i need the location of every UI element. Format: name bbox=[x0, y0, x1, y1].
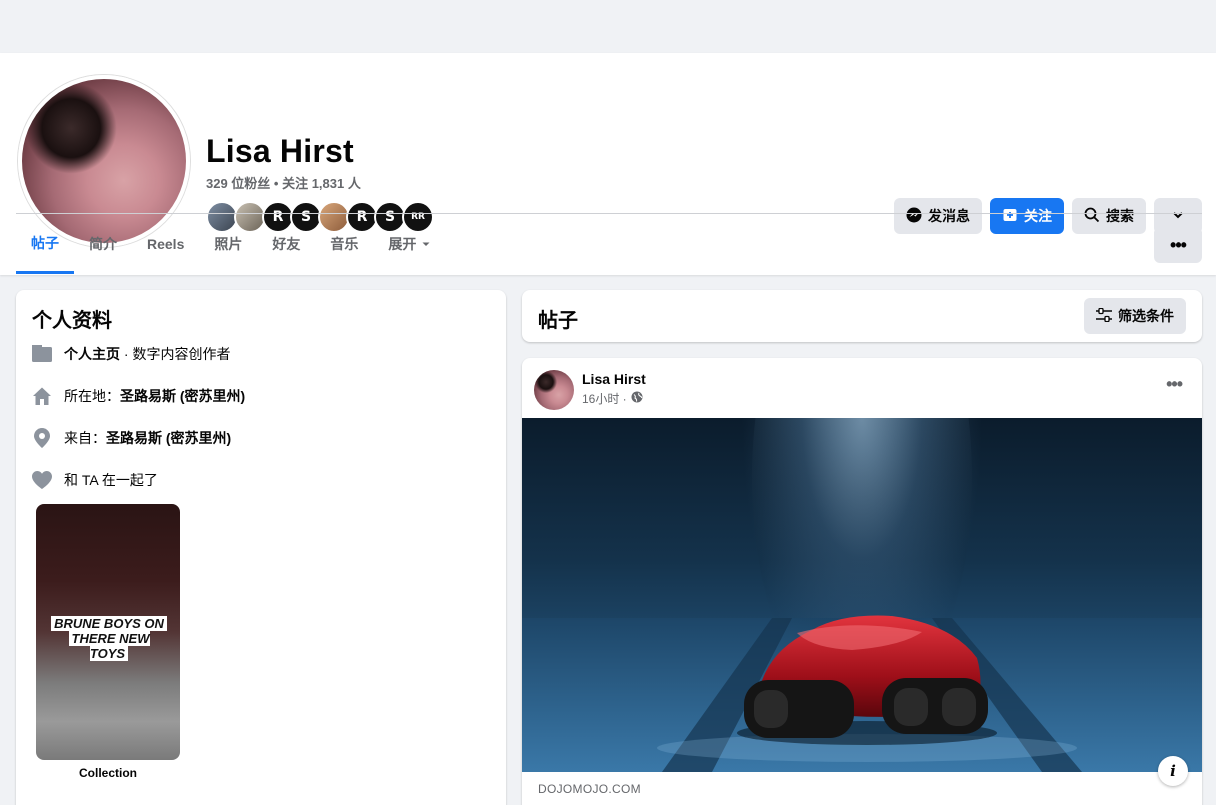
search-label: 搜索 bbox=[1106, 208, 1134, 224]
posts-header-card: 帖子 筛选条件 bbox=[522, 290, 1202, 342]
reel-overlay-text: BRUNE BOYS ON THERE NEW TOYS bbox=[48, 616, 170, 661]
follow-icon bbox=[1002, 207, 1018, 226]
message-label: 发消息 bbox=[928, 208, 970, 224]
tab-more-label: 展开 bbox=[388, 236, 417, 252]
location-pin-icon bbox=[32, 428, 52, 448]
profile-stats[interactable]: 329 位粉丝 • 关注 1,831 人 bbox=[206, 173, 361, 192]
tab-photos[interactable]: 照片 bbox=[199, 214, 257, 274]
message-button[interactable]: 发消息 bbox=[894, 198, 982, 234]
intro-page-text: 个人主页 · 数字内容创作者 bbox=[64, 344, 230, 364]
intro-lives-value[interactable]: 圣路易斯 (密苏里州) bbox=[120, 388, 245, 404]
post-link-image[interactable] bbox=[522, 418, 1202, 772]
intro-page-suffix: · 数字内容创作者 bbox=[120, 346, 231, 362]
heart-icon bbox=[32, 470, 52, 490]
search-button[interactable]: 搜索 bbox=[1072, 198, 1146, 234]
intro-from-prefix: 来自： bbox=[64, 430, 106, 446]
pool-robot-illustration bbox=[522, 418, 1202, 772]
intro-lives-row: 所在地：圣路易斯 (密苏里州) bbox=[32, 386, 245, 406]
tabs-more-button[interactable]: ••• bbox=[1154, 227, 1202, 263]
tab-posts[interactable]: 帖子 bbox=[16, 214, 74, 274]
home-icon bbox=[32, 386, 52, 406]
reel-line-2: THERE NEW TOYS bbox=[68, 631, 150, 661]
filter-button[interactable]: 筛选条件 bbox=[1084, 298, 1186, 334]
tab-music[interactable]: 音乐 bbox=[315, 214, 373, 274]
intro-page-row: 个人主页 · 数字内容创作者 bbox=[32, 344, 230, 364]
intro-lives-text: 所在地：圣路易斯 (密苏里州) bbox=[64, 386, 245, 406]
post-link-domain[interactable]: DOJOMOJO.COM bbox=[538, 782, 641, 796]
intro-title: 个人资料 bbox=[32, 310, 112, 332]
info-button[interactable]: i bbox=[1158, 756, 1188, 786]
chevron-down-icon bbox=[1171, 208, 1185, 225]
intro-lives-prefix: 所在地： bbox=[64, 388, 120, 404]
profile-tabs: 帖子 简介 Reels 照片 好友 音乐 展开 bbox=[16, 214, 446, 274]
follow-label: 关注 bbox=[1024, 208, 1052, 224]
intro-relationship-text: 和 TA 在一起了 bbox=[64, 472, 158, 488]
intro-from-text: 来自：圣路易斯 (密苏里州) bbox=[64, 428, 231, 448]
reel-line-1: BRUNE BOYS ON bbox=[51, 616, 167, 631]
post-time-text[interactable]: 16小时 · bbox=[582, 390, 627, 407]
tab-about[interactable]: 简介 bbox=[74, 214, 132, 274]
info-icon: i bbox=[1170, 762, 1176, 780]
featured-reel[interactable]: BRUNE BOYS ON THERE NEW TOYS bbox=[36, 504, 180, 760]
tab-reels[interactable]: Reels bbox=[132, 214, 199, 274]
profile-header: Lisa Hirst 329 位粉丝 • 关注 1,831 人 R S R S … bbox=[0, 53, 1216, 275]
intro-page-prefix: 个人主页 bbox=[64, 346, 120, 362]
ellipsis-icon: ••• bbox=[1170, 234, 1187, 255]
post-card: Lisa Hirst 16小时 · ••• i DOJOMOJO.COM bbox=[522, 358, 1202, 805]
intro-from-value[interactable]: 圣路易斯 (密苏里州) bbox=[106, 430, 231, 446]
post-author-avatar[interactable] bbox=[534, 370, 574, 410]
intro-card: 个人资料 个人主页 · 数字内容创作者 所在地：圣路易斯 (密苏里州) 来自：圣… bbox=[16, 290, 506, 805]
intro-from-row: 来自：圣路易斯 (密苏里州) bbox=[32, 428, 231, 448]
post-options-button[interactable]: ••• bbox=[1166, 374, 1183, 395]
posts-title: 帖子 bbox=[538, 310, 578, 332]
tab-more[interactable]: 展开 bbox=[373, 214, 446, 274]
intro-relationship-row: 和 TA 在一起了 bbox=[32, 470, 158, 490]
ellipsis-icon: ••• bbox=[1166, 374, 1183, 394]
profile-name: Lisa Hirst bbox=[206, 133, 354, 169]
tab-friends[interactable]: 好友 bbox=[257, 214, 315, 274]
sliders-icon bbox=[1096, 307, 1112, 325]
post-author-name[interactable]: Lisa Hirst bbox=[582, 371, 646, 387]
filter-label: 筛选条件 bbox=[1118, 308, 1174, 324]
messenger-icon bbox=[906, 207, 922, 226]
reel-caption[interactable]: Collection bbox=[36, 766, 180, 780]
globe-icon bbox=[631, 391, 643, 406]
search-icon bbox=[1084, 207, 1100, 226]
post-timestamp: 16小时 · bbox=[582, 390, 643, 407]
follow-button[interactable]: 关注 bbox=[990, 198, 1064, 234]
caret-down-icon bbox=[421, 236, 431, 252]
flag-icon bbox=[32, 344, 52, 364]
